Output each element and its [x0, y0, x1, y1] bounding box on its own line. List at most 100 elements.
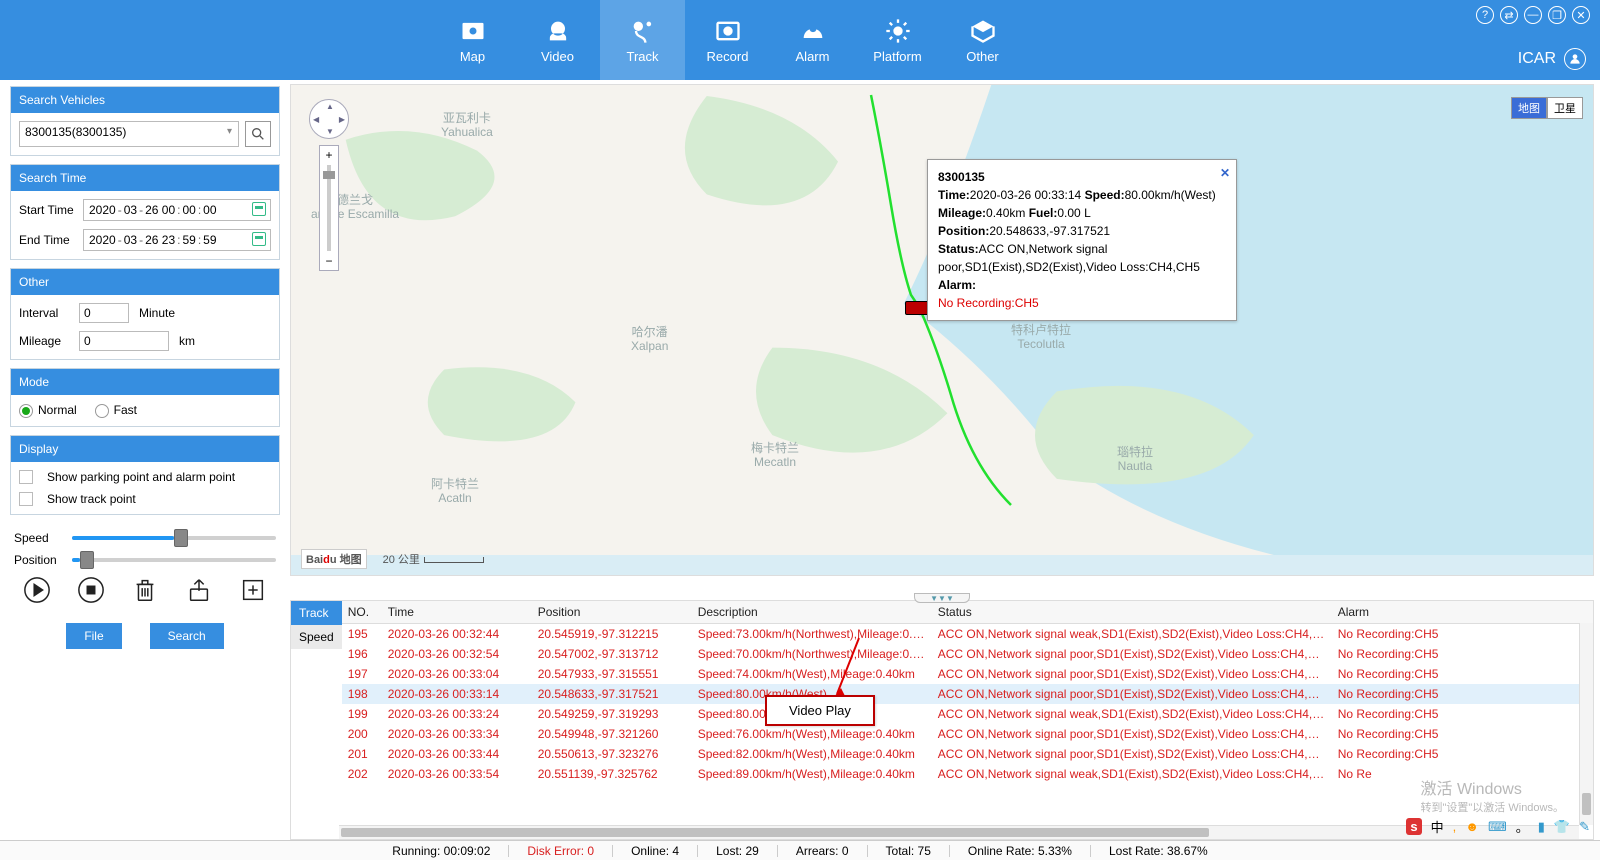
- map-type-switch: 地图 卫星: [1511, 97, 1583, 119]
- zoom-out-button[interactable]: −: [321, 254, 337, 268]
- position-slider-label: Position: [14, 553, 64, 567]
- pan-down-icon: ▼: [326, 127, 334, 136]
- user-avatar-icon: [1564, 48, 1586, 70]
- search-vehicle-button[interactable]: [245, 121, 271, 147]
- popup-norecording: No Recording:CH5: [938, 294, 1226, 312]
- th-alarm[interactable]: Alarm: [1332, 601, 1593, 624]
- statusbar: Running: 00:09:02 Disk Error: 0 Online: …: [0, 840, 1600, 860]
- minimize-icon[interactable]: —: [1524, 6, 1542, 24]
- table-row[interactable]: 2022020-03-26 00:33:5420.551139,-97.3257…: [342, 764, 1593, 784]
- mileage-label: Mileage: [19, 334, 69, 348]
- panel-other: Other Interval Minute Mileage km: [10, 268, 280, 360]
- table-row[interactable]: 1972020-03-26 00:33:0420.547933,-97.3155…: [342, 664, 1593, 684]
- th-description[interactable]: Description: [692, 601, 932, 624]
- nav-tabs: Map Video Track Record Alarm Platform Ot…: [430, 0, 1025, 80]
- collapse-handle[interactable]: ▼▼▼: [914, 593, 970, 603]
- user-area[interactable]: ICAR: [1518, 48, 1586, 70]
- tray-smiley-icon[interactable]: ☻: [1465, 819, 1479, 834]
- search-button[interactable]: Search: [150, 623, 224, 649]
- nav-tab-video[interactable]: Video: [515, 0, 600, 80]
- nav-tab-platform[interactable]: Platform: [855, 0, 940, 80]
- map-zoom-control[interactable]: + −: [319, 145, 339, 271]
- start-time-input[interactable]: 2020-03-26 00:00:00: [83, 199, 271, 221]
- tray-wrench-icon[interactable]: ✎: [1579, 819, 1590, 835]
- nav-tab-label: Record: [707, 49, 749, 64]
- nav-tab-label: Alarm: [796, 49, 830, 64]
- zoom-slider[interactable]: [327, 165, 331, 251]
- mode-normal-radio[interactable]: Normal: [19, 403, 77, 418]
- pan-left-icon: ◀: [313, 115, 319, 124]
- interval-label: Interval: [19, 306, 69, 320]
- map-pan-control[interactable]: ▲ ▼ ◀ ▶: [309, 99, 349, 139]
- tray-punct-icon[interactable]: 。: [1516, 817, 1529, 836]
- display-parking-checkbox[interactable]: Show parking point and alarm point: [19, 470, 271, 484]
- end-time-label: End Time: [19, 233, 77, 247]
- ime-brand-icon[interactable]: s: [1406, 818, 1421, 835]
- panel-title: Other: [11, 269, 279, 295]
- nav-tab-other[interactable]: Other: [940, 0, 1025, 80]
- delete-button[interactable]: [130, 575, 160, 605]
- tray-battery-icon[interactable]: ▮: [1538, 819, 1545, 835]
- vehicle-select[interactable]: 8300135(8300135) ▾: [19, 121, 239, 147]
- table-row[interactable]: 2012020-03-26 00:33:4420.550613,-97.3232…: [342, 744, 1593, 764]
- horizontal-scrollbar[interactable]: [339, 825, 1579, 839]
- windows-activation-watermark: 激活 Windows 转到"设置"以激活 Windows。: [1421, 775, 1565, 815]
- start-time-label: Start Time: [19, 203, 77, 217]
- popup-close-icon[interactable]: ✕: [1220, 164, 1230, 182]
- ime-lang-icon[interactable]: 中: [1431, 817, 1444, 836]
- nav-tab-map[interactable]: Map: [430, 0, 515, 80]
- play-button[interactable]: [22, 575, 52, 605]
- nav-tab-record[interactable]: Record: [685, 0, 770, 80]
- table-row[interactable]: 1982020-03-26 00:33:1420.548633,-97.3175…: [342, 684, 1593, 704]
- th-time[interactable]: Time: [382, 601, 532, 624]
- panel-title: Mode: [11, 369, 279, 395]
- baidu-logo-icon: Baidu 地图: [301, 549, 367, 569]
- tray-keyboard-icon[interactable]: ⌨: [1488, 819, 1507, 835]
- mileage-input[interactable]: [79, 331, 169, 351]
- map-type-satellite[interactable]: 卫星: [1547, 97, 1583, 119]
- vertical-scrollbar[interactable]: [1579, 623, 1593, 825]
- add-button[interactable]: [238, 575, 268, 605]
- position-slider[interactable]: [72, 558, 276, 562]
- th-status[interactable]: Status: [932, 601, 1332, 624]
- nav-tab-track[interactable]: Track: [600, 0, 685, 80]
- mode-fast-radio[interactable]: Fast: [95, 403, 137, 418]
- stop-button[interactable]: [76, 575, 106, 605]
- speed-slider[interactable]: [72, 536, 276, 540]
- calendar-icon[interactable]: [252, 232, 266, 246]
- close-icon[interactable]: ✕: [1572, 6, 1590, 24]
- calendar-icon[interactable]: [252, 202, 266, 216]
- ime-mode-icon[interactable]: ,: [1453, 819, 1457, 834]
- panel-search-vehicles: Search Vehicles 8300135(8300135) ▾: [10, 86, 280, 156]
- nav-tab-label: Other: [966, 49, 999, 64]
- system-tray: s 中 , ☻ ⌨ 。 ▮ 👕 ✎: [1406, 817, 1590, 836]
- table-row[interactable]: 2002020-03-26 00:33:3420.549948,-97.3212…: [342, 724, 1593, 744]
- video-play-tooltip[interactable]: Video Play: [765, 695, 875, 726]
- help-icon[interactable]: ?: [1476, 6, 1494, 24]
- table-tabs: Track Speed: [291, 601, 342, 839]
- th-position[interactable]: Position: [532, 601, 692, 624]
- maximize-icon[interactable]: ❐: [1548, 6, 1566, 24]
- table-row[interactable]: 1992020-03-26 00:33:2420.549259,-97.3192…: [342, 704, 1593, 724]
- nav-tab-alarm[interactable]: Alarm: [770, 0, 855, 80]
- tray-shirt-icon[interactable]: 👕: [1554, 819, 1570, 835]
- export-button[interactable]: [184, 575, 214, 605]
- swap-icon[interactable]: ⇄: [1500, 6, 1518, 24]
- zoom-in-button[interactable]: +: [321, 148, 337, 162]
- nav-tab-label: Platform: [873, 49, 921, 64]
- map-type-map[interactable]: 地图: [1511, 97, 1547, 119]
- tab-track[interactable]: Track: [291, 601, 342, 625]
- track-table: NO. Time Position Description Status Ala…: [342, 601, 1593, 784]
- file-button[interactable]: File: [66, 623, 121, 649]
- display-trackpoint-checkbox[interactable]: Show track point: [19, 492, 271, 506]
- panel-display: Display Show parking point and alarm poi…: [10, 435, 280, 515]
- tab-speed[interactable]: Speed: [291, 625, 342, 649]
- nav-tab-label: Map: [460, 49, 485, 64]
- end-time-input[interactable]: 2020-03-26 23:59:59: [83, 229, 271, 251]
- table-row[interactable]: 1962020-03-26 00:32:5420.547002,-97.3137…: [342, 644, 1593, 664]
- interval-input[interactable]: [79, 303, 129, 323]
- th-no[interactable]: NO.: [342, 601, 382, 624]
- table-row[interactable]: 1952020-03-26 00:32:4420.545919,-97.3122…: [342, 624, 1593, 645]
- interval-unit: Minute: [139, 306, 175, 320]
- map-canvas[interactable]: 亚瓦利卡Yahualica 德兰戈angde Escamilla 哈尔潘Xalp…: [290, 84, 1594, 576]
